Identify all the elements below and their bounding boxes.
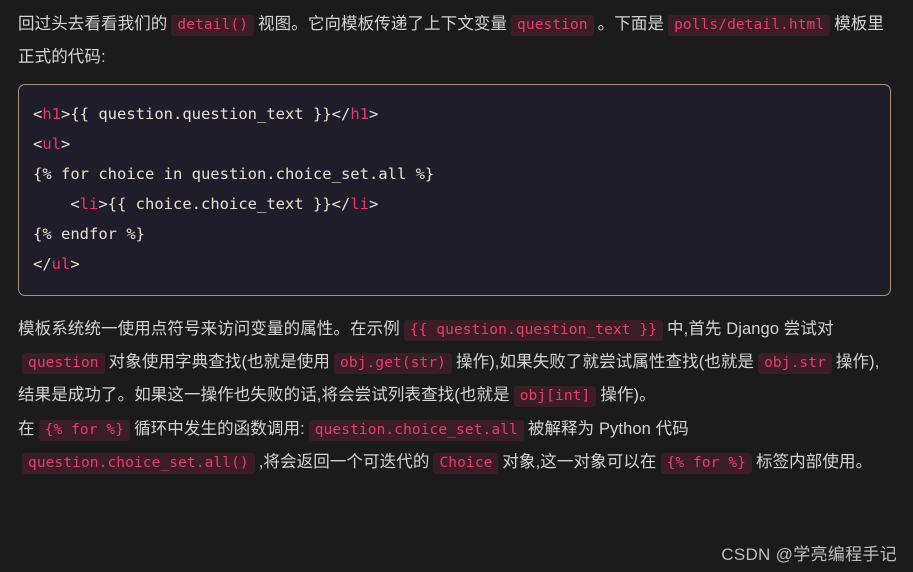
code-token-punct: >{{ choice.choice_text }}</ bbox=[98, 195, 351, 213]
body-text-4: 操作),如果失败了就尝试属性查找(也就是 bbox=[456, 353, 755, 371]
watermark: CSDN @学亮编程手记 bbox=[721, 545, 897, 564]
intro-text-1: 回过头去看看我们的 bbox=[18, 15, 168, 33]
tail-text-5: 对象,这一对象可以在 bbox=[502, 453, 657, 471]
intro-text-3: 。下面是 bbox=[597, 15, 665, 33]
tail-text-2: 循环中发生的函数调用: bbox=[134, 420, 305, 438]
code-token-punct: < bbox=[33, 105, 43, 123]
code-token-punct: </ bbox=[33, 255, 52, 273]
body-text-6: 操作)。 bbox=[600, 386, 656, 404]
body-text-3: 对象使用字典查找(也就是使用 bbox=[108, 353, 331, 371]
body-paragraph: 模板系统统一使用点符号来访问变量的属性。在示例{{ question.quest… bbox=[0, 308, 913, 412]
tail-text-3: 被解释为 Python 代码 bbox=[527, 420, 689, 438]
code-line: {% for choice in question.choice_set.all… bbox=[33, 159, 874, 189]
inline-code-choice-set-all: question.choice_set.all bbox=[308, 420, 524, 441]
code-token-punct: >{{ question.question_text }}</ bbox=[61, 105, 351, 123]
tail-text-6: 标签内部使用。 bbox=[755, 453, 873, 471]
code-token-plain: {% endfor %} bbox=[33, 225, 145, 243]
inline-code-for-tag-1: {% for %} bbox=[38, 420, 131, 441]
code-token-punct: > bbox=[368, 195, 379, 213]
article-page: 回过头去看看我们的 detail() 视图。它向模板传递了上下文变量 question… bbox=[0, 0, 913, 572]
body-text-1: 模板系统统一使用点符号来访问变量的属性。在示例 bbox=[18, 320, 400, 338]
tail-paragraph: 在 {% for %} 循环中发生的函数调用: question.choice_set… bbox=[0, 412, 913, 479]
tail-text-1: 在 bbox=[18, 420, 35, 438]
inline-code-polls-detail-html: polls/detail.html bbox=[668, 15, 831, 36]
inline-code-detail: detail() bbox=[171, 15, 255, 36]
code-line: {% endfor %} bbox=[33, 219, 874, 249]
intro-text-2: 视图。它向模板传递了上下文变量 bbox=[258, 15, 508, 33]
code-line: <li>{{ choice.choice_text }}</li> bbox=[33, 189, 874, 219]
code-token-tag: ul bbox=[42, 135, 62, 153]
code-line: </ul> bbox=[33, 249, 874, 279]
code-block: <h1>{{ question.question_text }}</h1> <ul… bbox=[18, 84, 891, 296]
code-token-punct: < bbox=[33, 135, 43, 153]
code-line: <h1>{{ question.question_text }}</h1> bbox=[33, 99, 874, 129]
code-token-tag: h1 bbox=[42, 105, 62, 123]
code-token-tag: li bbox=[79, 195, 99, 213]
inline-code-obj-int: obj[int] bbox=[513, 386, 597, 407]
code-token-plain: {% for choice in question.choice_set.all… bbox=[33, 165, 435, 183]
tail-text-4: ,将会返回一个可迭代的 bbox=[258, 453, 430, 471]
code-token-tag: li bbox=[350, 195, 369, 213]
inline-code-obj-get-str: obj.get(str) bbox=[334, 353, 453, 374]
inline-code-question: question bbox=[511, 15, 594, 36]
intro-paragraph: 回过头去看看我们的 detail() 视图。它向模板传递了上下文变量 question… bbox=[0, 0, 913, 74]
body-text-2: 中,首先 Django 尝试对 bbox=[667, 320, 834, 338]
code-token-tag: h1 bbox=[350, 105, 369, 123]
code-token-punct: > bbox=[70, 255, 80, 273]
inline-code-question-2: question bbox=[22, 353, 105, 374]
code-line: <ul> bbox=[33, 129, 874, 159]
inline-code-for-tag-2: {% for %} bbox=[660, 453, 752, 474]
inline-code-choice: Choice bbox=[433, 453, 499, 474]
code-token-plain: < bbox=[33, 195, 80, 213]
inline-code-choice-set-all-call: question.choice_set.all() bbox=[22, 453, 255, 474]
code-token-punct: > bbox=[368, 105, 379, 123]
inline-code-question-question-text: {{ question.question_text }} bbox=[403, 320, 664, 341]
code-token-tag: ul bbox=[51, 255, 71, 273]
code-token-punct: > bbox=[61, 135, 71, 153]
code-block-lines: <h1>{{ question.question_text }}</h1> <ul… bbox=[33, 99, 874, 279]
inline-code-obj-str: obj.str bbox=[758, 353, 832, 374]
